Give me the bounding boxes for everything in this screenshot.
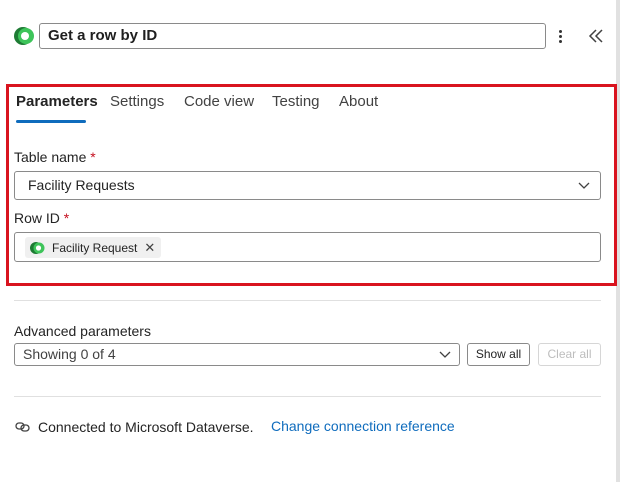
double-chevron-left-icon[interactable] <box>586 25 608 47</box>
link-icon <box>15 422 30 432</box>
active-tab-indicator <box>16 120 86 123</box>
advanced-parameters-value: Showing 0 of 4 <box>23 346 116 362</box>
more-options-button[interactable] <box>552 25 570 47</box>
row-id-label: Row ID * <box>14 210 69 226</box>
table-name-label-text: Table name <box>14 149 87 165</box>
table-name-select[interactable]: Facility Requests <box>14 171 601 200</box>
tab-about[interactable]: About <box>339 93 378 123</box>
action-title-input[interactable]: Get a row by ID <box>39 23 546 49</box>
clear-all-button[interactable]: Clear all <box>538 343 601 366</box>
section-divider <box>14 396 601 397</box>
show-all-button[interactable]: Show all <box>467 343 530 366</box>
token-label: Facility Request <box>52 240 138 255</box>
table-name-label: Table name * <box>14 149 96 165</box>
chevron-down-icon <box>578 182 590 189</box>
tab-testing[interactable]: Testing <box>272 93 320 123</box>
more-vertical-icon <box>559 30 562 33</box>
row-id-input[interactable]: Facility Request ✕ <box>14 232 601 262</box>
remove-token-icon[interactable]: ✕ <box>144 240 155 256</box>
dataverse-token-icon <box>30 241 45 254</box>
advanced-parameters-select[interactable]: Showing 0 of 4 <box>14 343 460 366</box>
tab-parameters[interactable]: Parameters <box>16 93 98 123</box>
table-name-value: Facility Requests <box>28 177 135 193</box>
advanced-parameters-label: Advanced parameters <box>14 323 151 339</box>
dynamic-content-token[interactable]: Facility Request ✕ <box>25 237 162 258</box>
dataverse-logo-icon <box>14 27 34 45</box>
chevron-down-icon <box>439 351 451 358</box>
tab-code-view[interactable]: Code view <box>184 93 254 123</box>
row-id-label-text: Row ID <box>14 210 60 226</box>
more-vertical-icon-dot <box>559 35 562 38</box>
change-connection-link[interactable]: Change connection reference <box>271 418 455 434</box>
required-mark: * <box>63 210 70 226</box>
tab-settings[interactable]: Settings <box>110 93 164 123</box>
connection-status-text: Connected to Microsoft Dataverse. <box>38 419 254 435</box>
section-divider <box>14 300 601 301</box>
required-mark: * <box>90 149 96 165</box>
more-vertical-icon-dot <box>559 40 562 43</box>
